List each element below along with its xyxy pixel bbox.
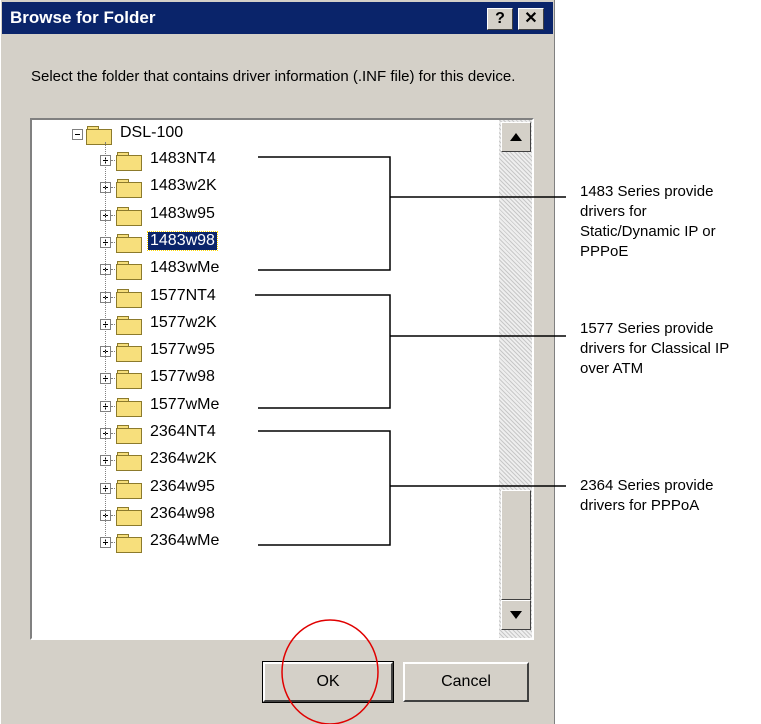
annotation-line: 1483 Series provide <box>580 183 714 200</box>
annotation-2364: 2364 Series provide drivers for PPPoA <box>580 476 713 516</box>
annotation-line: 2364 Series provide <box>580 477 714 494</box>
annotation-line: drivers for PPPoA <box>580 497 700 514</box>
annotation-line: over ATM <box>580 360 644 377</box>
annotation-line: 1577 Series provide <box>580 320 714 337</box>
annotation-line: PPPoE <box>580 243 629 260</box>
annotation-1577: 1577 Series provide drivers for Classica… <box>580 319 729 379</box>
annotation-1483: 1483 Series provide drivers for Static/D… <box>580 182 716 262</box>
bracket-2364 <box>258 430 391 546</box>
bracket-1577 <box>255 294 391 409</box>
bracket-1483 <box>258 156 391 271</box>
highlight-circle <box>281 619 379 724</box>
annotation-line: Static/Dynamic IP or <box>580 223 716 240</box>
annotation-line: drivers for Classical IP <box>580 340 730 357</box>
annotation-line: drivers for <box>580 203 647 220</box>
